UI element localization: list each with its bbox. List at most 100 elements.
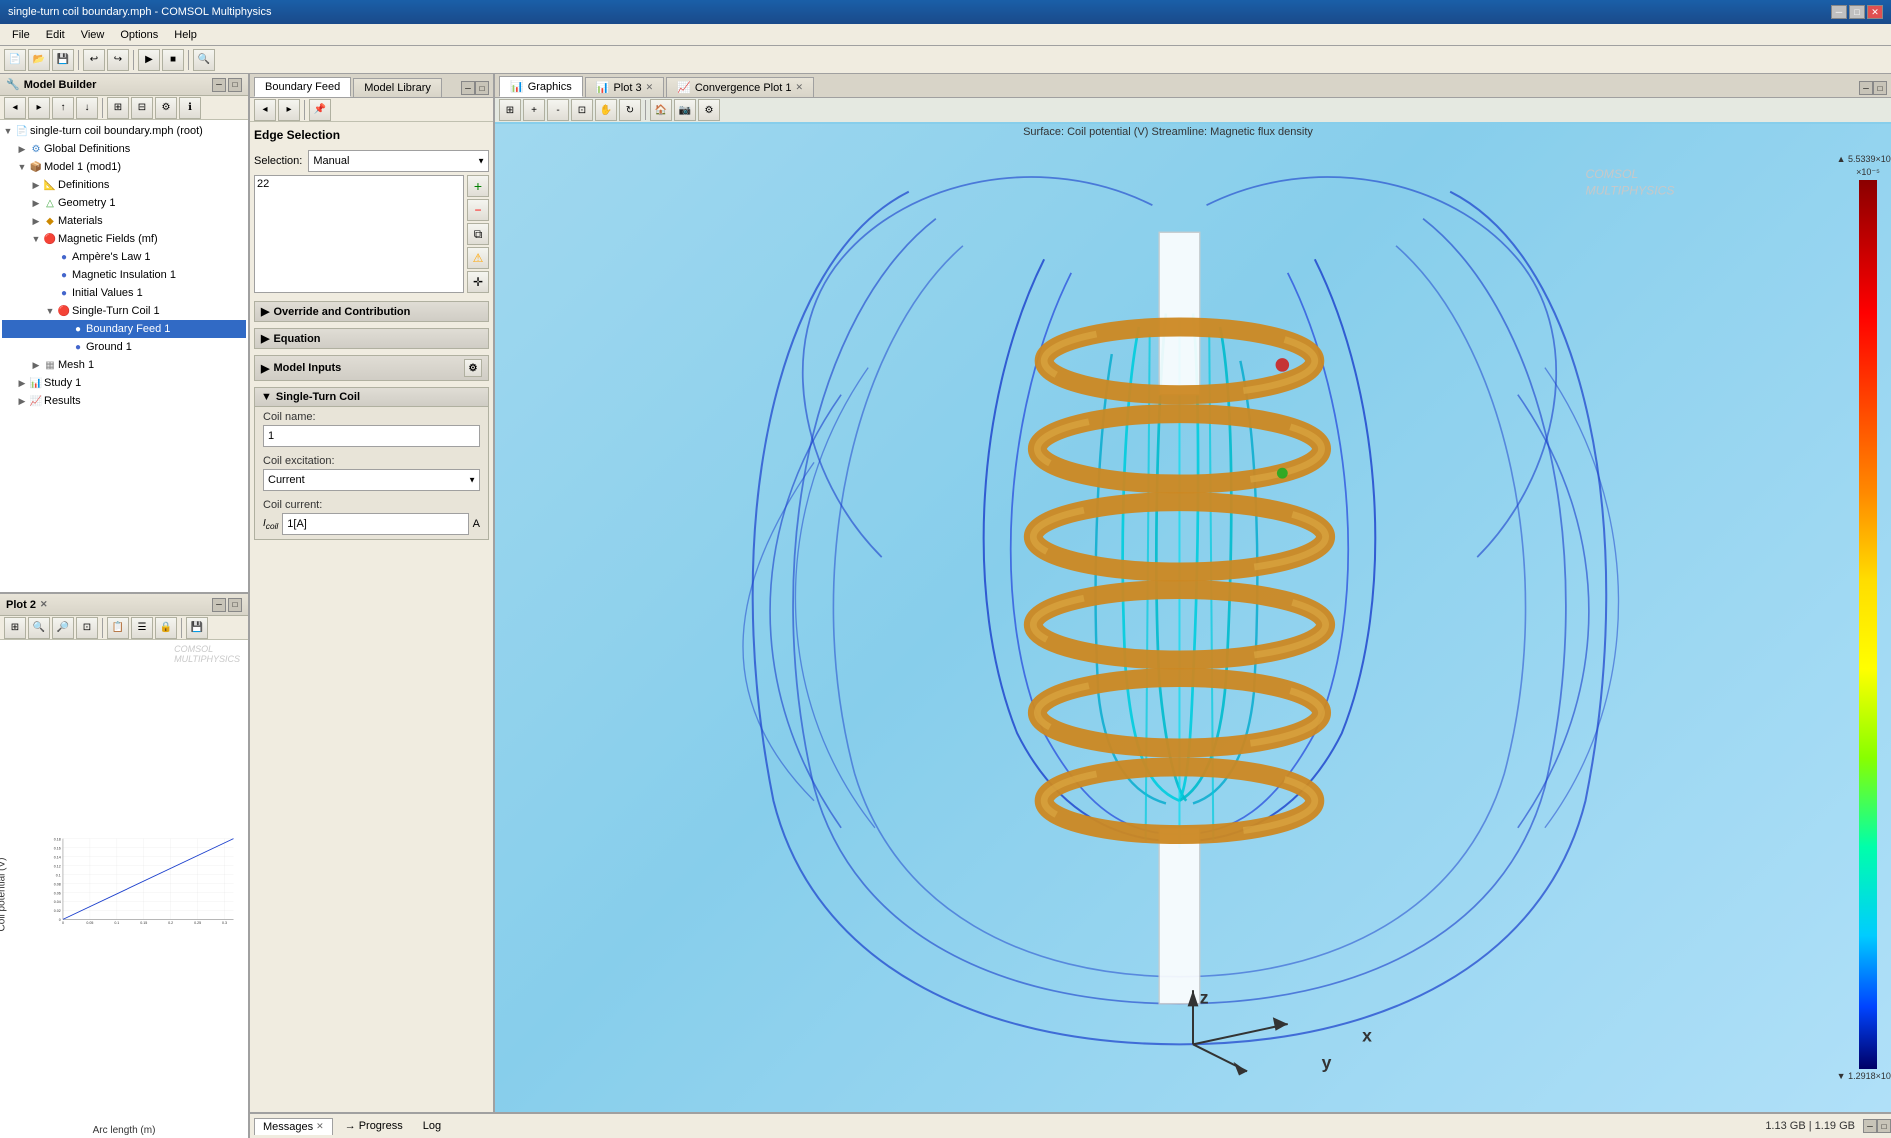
status-min[interactable]: ─: [1863, 1119, 1877, 1133]
minimize-button[interactable]: ─: [1831, 5, 1847, 19]
undo-button[interactable]: ↩: [83, 49, 105, 71]
tab-plot3-close[interactable]: ✕: [646, 82, 654, 93]
zoom-in-button[interactable]: 🔍: [193, 49, 215, 71]
menu-view[interactable]: View: [73, 27, 113, 43]
tab-plot3[interactable]: 📊 Plot 3 ✕: [585, 77, 664, 97]
sel-copy-btn[interactable]: ⧉: [467, 223, 489, 245]
tree-item-ground1[interactable]: ● Ground 1: [2, 338, 246, 356]
plot2-max-btn[interactable]: □: [228, 598, 242, 612]
tab-model-library[interactable]: Model Library: [353, 78, 442, 97]
stc-header[interactable]: ▼ Single-Turn Coil: [255, 388, 488, 407]
redo-button[interactable]: ↪: [107, 49, 129, 71]
status-max[interactable]: □: [1877, 1119, 1891, 1133]
tree-item-study1[interactable]: ▶ 📊 Study 1: [2, 374, 246, 392]
tree-settings-btn[interactable]: ⚙: [155, 97, 177, 119]
sel-warn-btn[interactable]: ⚠: [467, 247, 489, 269]
open-button[interactable]: 📂: [28, 49, 50, 71]
sel-remove-btn[interactable]: −: [467, 199, 489, 221]
plot2-lock[interactable]: 🔒: [155, 617, 177, 639]
tab-graphics[interactable]: 📊 Graphics: [499, 76, 583, 97]
gfx-settings[interactable]: ⚙: [698, 99, 720, 121]
tree-item-global-def[interactable]: ▶ ⚙ Global Definitions: [2, 140, 246, 158]
tree-item-amperes-law[interactable]: ● Ampère's Law 1: [2, 248, 246, 266]
tree-item-single-turn-coil[interactable]: ▼ 🔴 Single-Turn Coil 1: [2, 302, 246, 320]
coil-current-input[interactable]: [282, 513, 468, 535]
plot2-zoom-in[interactable]: 🔍: [28, 617, 50, 639]
tree-item-root[interactable]: ▼ 📄 single-turn coil boundary.mph (root): [2, 122, 246, 140]
right-tab-min[interactable]: ─: [1859, 81, 1873, 95]
menu-file[interactable]: File: [4, 27, 38, 43]
stop-button[interactable]: ■: [162, 49, 184, 71]
status-tab-messages[interactable]: Messages ✕: [254, 1118, 333, 1135]
tab-boundary-feed[interactable]: Boundary Feed: [254, 77, 351, 97]
gfx-snap[interactable]: 📷: [674, 99, 696, 121]
gfx-zoom-fit[interactable]: ⊞: [499, 99, 521, 121]
tree-back-btn[interactable]: ◂: [4, 97, 26, 119]
messages-close[interactable]: ✕: [316, 1121, 324, 1132]
tab-conv-close[interactable]: ✕: [795, 82, 803, 93]
plot2-zoom-sel[interactable]: ⊡: [76, 617, 98, 639]
tree-item-geometry1[interactable]: ▶ △ Geometry 1: [2, 194, 246, 212]
gfx-home[interactable]: 🏠: [650, 99, 672, 121]
run-button[interactable]: ▶: [138, 49, 160, 71]
right-tab-max[interactable]: □: [1873, 81, 1887, 95]
tree-item-model1[interactable]: ▼ 📦 Model 1 (mod1): [2, 158, 246, 176]
tree-item-boundary-feed[interactable]: ● Boundary Feed 1: [2, 320, 246, 338]
gfx-rotate[interactable]: ↻: [619, 99, 641, 121]
plot2-zoom-out[interactable]: 🔎: [52, 617, 74, 639]
tree-item-mag-insulation[interactable]: ● Magnetic Insulation 1: [2, 266, 246, 284]
tree-up-btn[interactable]: ↑: [52, 97, 74, 119]
expand-geometry1: ▶: [30, 198, 42, 209]
status-tab-log[interactable]: Log: [415, 1118, 449, 1134]
stc-arrow: ▼: [261, 391, 272, 403]
mb-minimize-btn[interactable]: ─: [212, 78, 226, 92]
bf-forward[interactable]: ▸: [278, 99, 300, 121]
tree-item-definitions[interactable]: ▶ 📐 Definitions: [2, 176, 246, 194]
plot2-export[interactable]: 💾: [186, 617, 208, 639]
tree-item-materials[interactable]: ▶ ◆ Materials: [2, 212, 246, 230]
new-button[interactable]: 📄: [4, 49, 26, 71]
menu-edit[interactable]: Edit: [38, 27, 73, 43]
plot2-zoom-fit[interactable]: ⊞: [4, 617, 26, 639]
mi-settings-btn[interactable]: ⚙: [464, 359, 482, 377]
menu-help[interactable]: Help: [166, 27, 205, 43]
tree-item-initial-values[interactable]: ● Initial Values 1: [2, 284, 246, 302]
status-tab-progress[interactable]: → Progress: [337, 1118, 411, 1134]
coil-name-input[interactable]: [263, 425, 480, 447]
menu-options[interactable]: Options: [112, 27, 166, 43]
tree-expand-btn[interactable]: ⊞: [107, 97, 129, 119]
close-button[interactable]: ✕: [1867, 5, 1883, 19]
plot2-min-btn[interactable]: ─: [212, 598, 226, 612]
tree-collapse-btn[interactable]: ⊟: [131, 97, 153, 119]
bf-pin[interactable]: 📌: [309, 99, 331, 121]
left-tab-min[interactable]: ─: [461, 81, 475, 95]
gfx-pan[interactable]: ✋: [595, 99, 617, 121]
tree-down-btn[interactable]: ↓: [76, 97, 98, 119]
plot2-table[interactable]: 📋: [107, 617, 129, 639]
coil-excitation-select[interactable]: Current: [263, 469, 480, 491]
save-button[interactable]: 💾: [52, 49, 74, 71]
svg-text:y: y: [1322, 1053, 1332, 1073]
plot2-list[interactable]: ☰: [131, 617, 153, 639]
tree-item-results[interactable]: ▶ 📈 Results: [2, 392, 246, 410]
mi-left: ▶ Model Inputs: [261, 362, 341, 375]
selection-dropdown[interactable]: Manual: [308, 150, 489, 172]
tree-forward-btn[interactable]: ▸: [28, 97, 50, 119]
tree-info-btn[interactable]: ℹ: [179, 97, 201, 119]
model-inputs-section[interactable]: ▶ Model Inputs ⚙: [254, 355, 489, 381]
gfx-zoom-sel[interactable]: ⊡: [571, 99, 593, 121]
gfx-zoom-in[interactable]: +: [523, 99, 545, 121]
plot2-close-icon[interactable]: ✕: [40, 599, 48, 610]
sel-add-btn[interactable]: +: [467, 175, 489, 197]
override-section[interactable]: ▶ Override and Contribution: [254, 301, 489, 322]
maximize-button[interactable]: □: [1849, 5, 1865, 19]
tab-convergence[interactable]: 📈 Convergence Plot 1 ✕: [666, 77, 814, 97]
equation-section[interactable]: ▶ Equation: [254, 328, 489, 349]
left-tab-max[interactable]: □: [475, 81, 489, 95]
tree-item-mesh1[interactable]: ▶ ▦ Mesh 1: [2, 356, 246, 374]
sel-move-btn[interactable]: ✛: [467, 271, 489, 293]
gfx-zoom-out[interactable]: -: [547, 99, 569, 121]
mb-maximize-btn[interactable]: □: [228, 78, 242, 92]
tree-item-magnetic-fields[interactable]: ▼ 🔴 Magnetic Fields (mf): [2, 230, 246, 248]
bf-back[interactable]: ◂: [254, 99, 276, 121]
